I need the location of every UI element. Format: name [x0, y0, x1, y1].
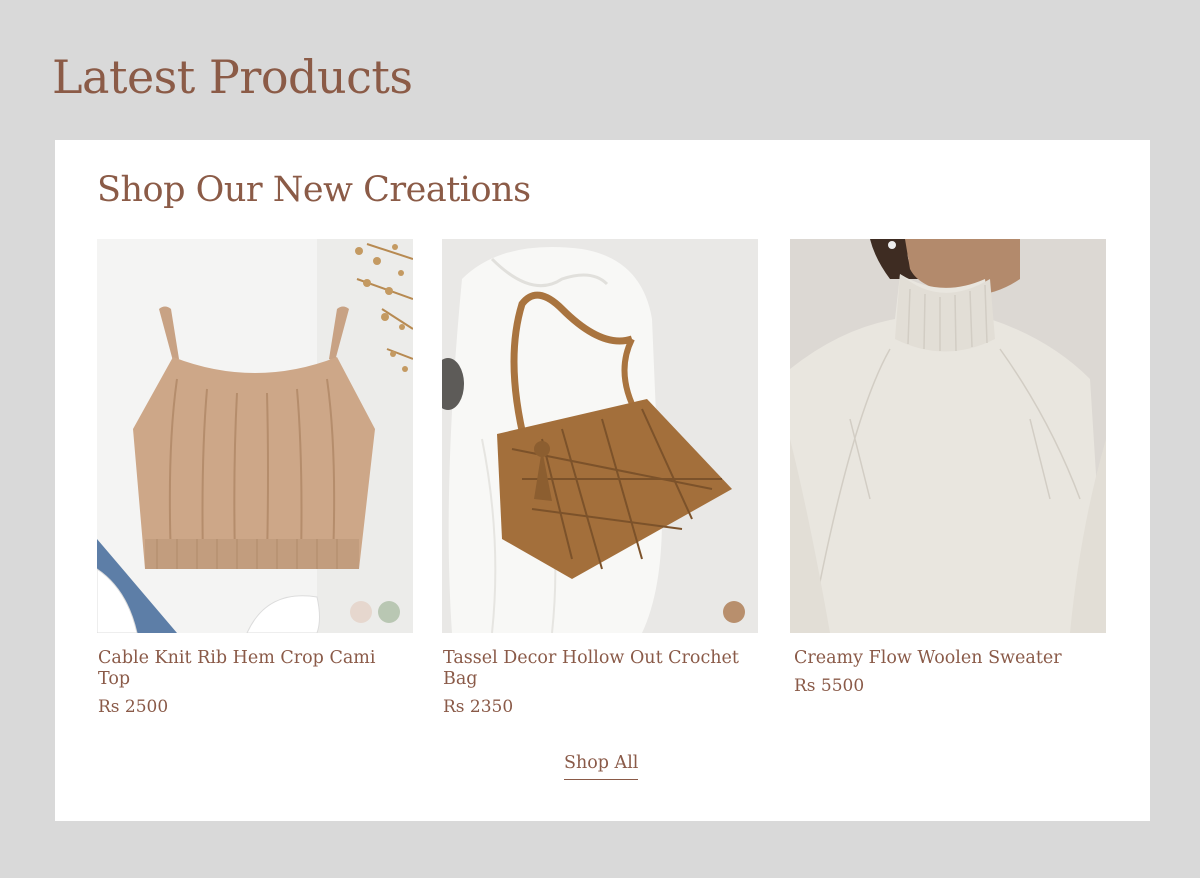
- product-name[interactable]: Cable Knit Rib Hem Crop Cami Top: [97, 648, 397, 690]
- color-swatch[interactable]: [378, 601, 400, 623]
- product-image: [442, 239, 758, 633]
- product-name[interactable]: Tassel Decor Hollow Out Crochet Bag: [442, 648, 742, 690]
- product-name[interactable]: Creamy Flow Woolen Sweater: [790, 648, 1090, 669]
- product-card[interactable]: Tassel Decor Hollow Out Crochet Bag Rs 2…: [442, 239, 758, 717]
- product-card[interactable]: Creamy Flow Woolen Sweater Rs 5500: [790, 239, 1106, 696]
- product-image: [790, 239, 1106, 633]
- product-card[interactable]: Cable Knit Rib Hem Crop Cami Top Rs 2500: [97, 239, 413, 717]
- product-image: [97, 239, 413, 633]
- page-title: Latest Products: [52, 50, 413, 104]
- product-price: Rs 5500: [794, 676, 865, 696]
- shop-all-link[interactable]: Shop All: [564, 753, 639, 780]
- color-swatch[interactable]: [350, 601, 372, 623]
- product-image-link[interactable]: [97, 239, 413, 633]
- color-swatches: [350, 601, 400, 623]
- section-title: Shop Our New Creations: [97, 170, 531, 210]
- product-image-link[interactable]: [442, 239, 758, 633]
- product-price: Rs 2350: [443, 697, 514, 717]
- product-image-link[interactable]: [790, 239, 1106, 633]
- color-swatches: [723, 601, 745, 623]
- color-swatch[interactable]: [723, 601, 745, 623]
- product-price: Rs 2500: [98, 697, 169, 717]
- new-creations-panel: Shop Our New Creations Cable Knit Rib He…: [55, 140, 1150, 821]
